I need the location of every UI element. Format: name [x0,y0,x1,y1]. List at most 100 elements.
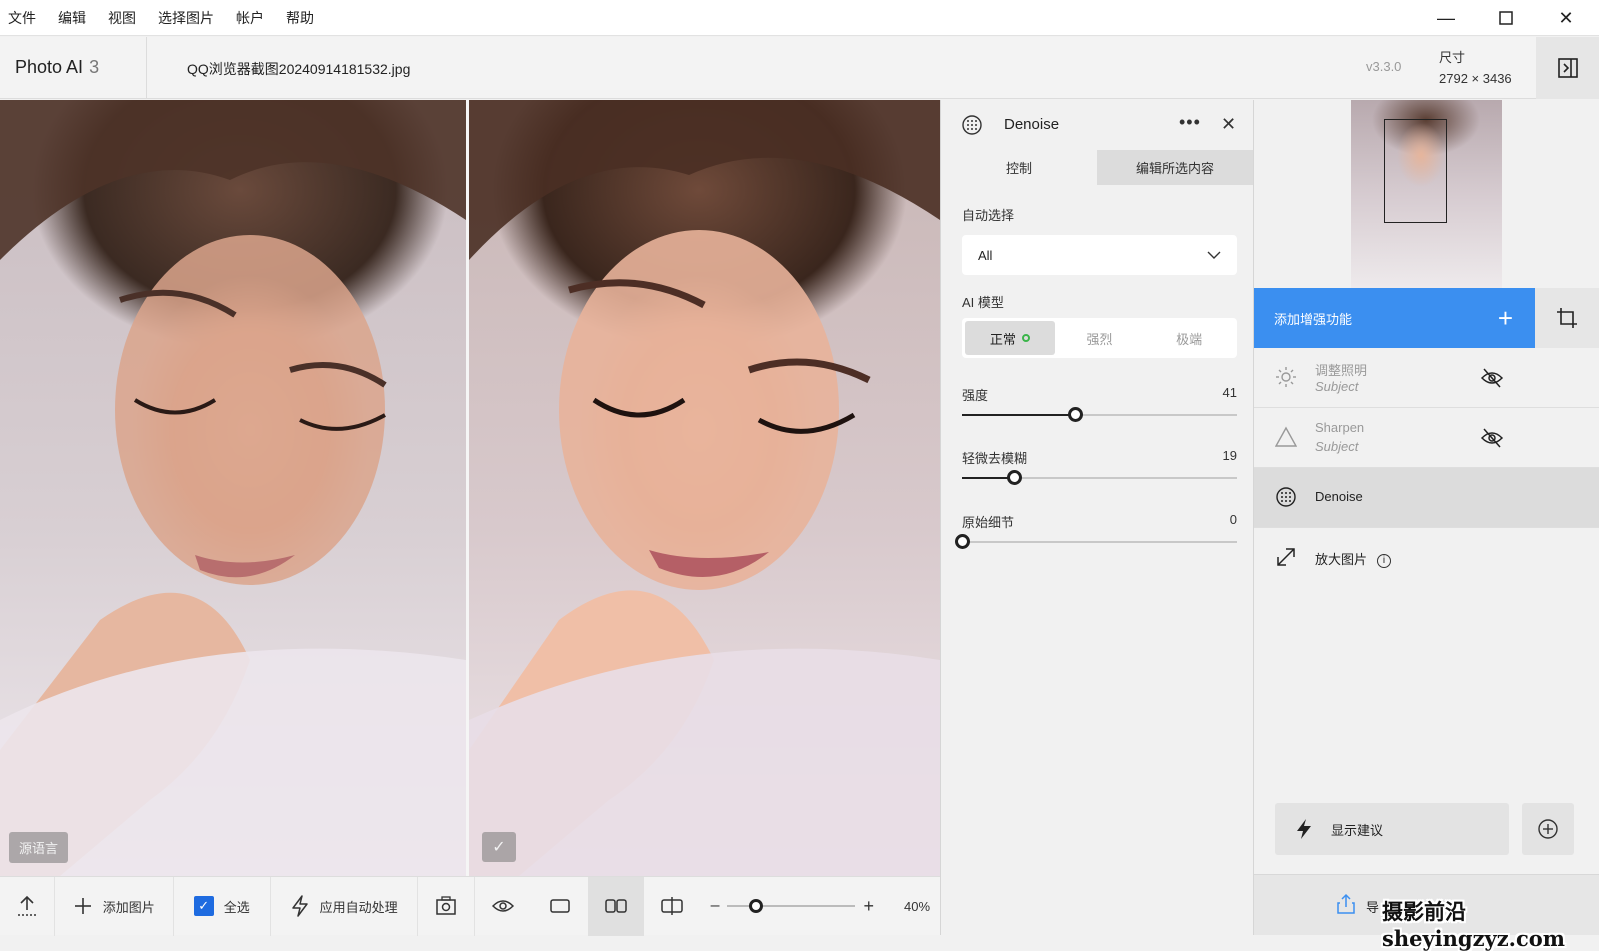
share-export-icon[interactable] [1336,893,1356,918]
lightning-filled-icon [1297,819,1311,839]
zoom-slider[interactable] [727,899,856,913]
add-enhancement-button[interactable]: 添加增强功能 + [1254,288,1535,348]
info-icon[interactable]: i [1377,553,1392,568]
model-normal-label: 正常 [989,331,1016,347]
model-strong[interactable]: 强烈 [1055,321,1145,355]
processed-image-pane[interactable] [469,100,940,876]
panel-close-icon[interactable]: ✕ [1221,114,1236,135]
snapshot-button[interactable] [418,876,476,936]
denoise-icon [1275,486,1297,511]
original-image-pane[interactable] [0,100,466,876]
crop-button[interactable] [1535,288,1599,348]
enhancement-scope: Subject [1315,379,1359,394]
auto-select-value: All [978,247,993,263]
split-view-button[interactable] [644,877,700,936]
enhancement-sharpen[interactable]: Sharpen Subject [1254,408,1599,468]
auto-select-label: 自动选择 [962,208,1015,223]
upload-button[interactable] [0,876,55,936]
select-all-label: 全选 [223,899,250,915]
eye-hidden-icon[interactable] [1480,427,1504,452]
tab-control[interactable]: 控制 [941,150,1097,185]
model-active-dot-icon [1021,334,1030,342]
panel-toggle-button[interactable] [1536,37,1599,99]
side-by-side-view-button[interactable] [587,876,645,936]
brand-version-number: 3 [89,57,100,77]
zoom-slider-knob[interactable] [749,899,764,913]
zoom-control: – + 40% [701,877,940,936]
show-suggestions-label: 显示建议 [1331,822,1384,838]
original-detail-slider-knob[interactable] [955,534,970,549]
menu-account[interactable]: 帐户 [225,8,275,28]
ai-model-selector: 正常 强烈 极端 [962,318,1237,358]
app-version: v3.3.0 [1366,59,1402,74]
window-close-icon[interactable]: ✕ [1537,0,1595,36]
add-image-label: 添加图片 [102,899,155,915]
checkbox-checked-icon: ✓ [193,896,214,916]
chevron-down-icon [1207,251,1221,259]
select-all-checkbox[interactable]: ✓ 全选 [174,876,271,936]
strength-slider-knob[interactable] [1067,407,1083,422]
processed-check-badge: ✓ [482,832,516,862]
maximize-icon[interactable] [1477,0,1535,36]
denoise-control-panel: Denoise ••• ✕ 控制 编辑所选内容 自动选择 All AI 模型 正… [940,100,1254,935]
enhancement-name: Sharpen [1315,420,1365,435]
enhancement-scope: Subject [1315,439,1359,454]
tab-edit-selection[interactable]: 编辑所选内容 [1097,150,1253,185]
enhancement-denoise[interactable]: Denoise [1254,468,1599,528]
model-extreme[interactable]: 极端 [1144,321,1234,355]
export-label[interactable]: 导 [1366,897,1379,916]
minimize-icon[interactable]: — [1417,0,1475,36]
auto-select-dropdown[interactable]: All [962,235,1237,275]
deblur-value[interactable]: 19 [1223,448,1237,463]
add-circle-button[interactable] [1522,803,1574,855]
file-name: QQ浏览器截图20240914181532.jpg [187,61,411,77]
apply-auto-process-button[interactable]: 应用自动处理 [271,876,418,936]
camera-icon [436,896,456,915]
strength-value[interactable]: 41 [1223,385,1237,400]
deblur-label: 轻微去模糊 [962,451,1028,466]
panel-tabs: 控制 编辑所选内容 [941,150,1253,185]
zoom-out-button[interactable]: – [711,897,720,915]
panel-header: Denoise ••• ✕ [941,100,1253,150]
auto-process-label: 应用自动处理 [319,899,398,915]
lightning-icon [291,895,308,917]
enhancement-name: Denoise [1315,489,1363,504]
add-image-button[interactable]: 添加图片 [55,876,174,936]
plus-circle-icon [1538,819,1558,839]
original-detail-label: 原始细节 [962,515,1015,530]
menu-file[interactable]: 文件 [0,8,47,28]
more-options-icon[interactable]: ••• [1179,112,1201,133]
eye-icon [492,900,515,912]
original-detail-value[interactable]: 0 [1230,512,1237,527]
lighting-icon [1275,366,1297,391]
plus-icon [74,898,91,914]
watermark: 摄影前沿 sheyingzyz.com [1382,899,1565,951]
menu-view[interactable]: 视图 [97,8,147,28]
panel-title: Denoise [1004,116,1060,133]
processed-photo [469,100,940,876]
enhancement-upscale[interactable]: 放大图片 i [1254,528,1599,588]
navigator [1254,100,1599,288]
menu-help[interactable]: 帮助 [275,8,325,28]
single-view-button[interactable] [531,877,587,936]
eye-hidden-icon[interactable] [1480,367,1504,392]
app-header: Photo AI 3 QQ浏览器截图20240914181532.jpg v3.3… [0,37,1599,99]
enhancement-adjust-lighting[interactable]: 调整照明 Subject [1254,348,1599,408]
enhancement-name: 放大图片 [1315,552,1368,567]
zoom-in-button[interactable]: + [863,896,874,917]
show-suggestions-button[interactable]: 显示建议 [1275,803,1509,855]
add-enhancement-label: 添加增强功能 [1274,311,1353,327]
model-normal[interactable]: 正常 [965,321,1055,355]
strength-slider[interactable] [962,407,1237,422]
denoise-icon [961,114,983,139]
deblur-slider-knob[interactable] [1007,470,1023,485]
add-plus-icon: + [1497,302,1513,333]
menu-bar: 文件 编辑 视图 选择图片 帐户 帮助 [0,0,1599,36]
deblur-slider[interactable] [962,470,1237,485]
original-detail-slider[interactable] [955,534,1237,549]
navigator-viewport-frame[interactable] [1384,119,1447,223]
split-view-icon [661,897,684,915]
menu-edit[interactable]: 编辑 [47,8,97,28]
preview-toggle-button[interactable] [475,877,531,936]
menu-select-image[interactable]: 选择图片 [147,8,225,28]
